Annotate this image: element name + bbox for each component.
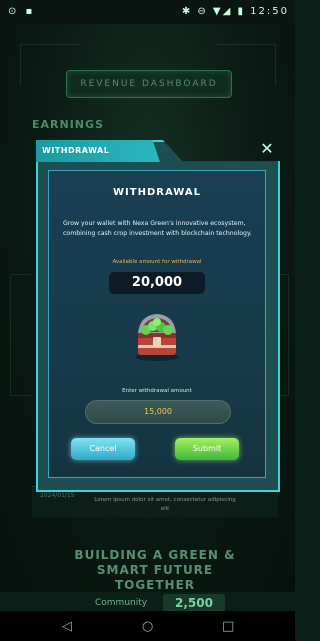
navigation-bar: ◁ ○ □ <box>0 611 295 641</box>
modal-description: Grow your wallet with Nexa Green's innov… <box>63 220 252 237</box>
status-bar: ⊙ ▪ ✱ ⊖ ▼◢ ▮ 12:50 <box>0 0 295 24</box>
home-icon[interactable]: ○ <box>142 619 153 634</box>
modal-tab-label: WITHDRAWAL <box>42 146 110 155</box>
community-label: Community <box>95 598 148 608</box>
status-left-icons: ⊙ ▪ <box>8 6 36 17</box>
close-icon[interactable]: ✕ <box>258 140 276 158</box>
cancel-button[interactable]: Cancel <box>71 438 135 460</box>
treasure-chest-icon <box>135 314 179 361</box>
back-icon[interactable]: ◁ <box>62 619 72 634</box>
modal-title: WITHDRAWAL <box>113 187 201 198</box>
community-value: 2,500 <box>163 594 225 612</box>
available-amount: 20,000 <box>109 272 205 294</box>
submit-button[interactable]: Submit <box>175 438 239 460</box>
status-right-icons: ✱ ⊖ ▼◢ ▮ 12:50 <box>181 6 289 17</box>
withdrawal-amount-input[interactable]: 15,000 <box>85 400 231 424</box>
recent-apps-icon[interactable]: □ <box>222 619 234 634</box>
withdrawal-modal: WITHDRAWAL ✕ WITHDRAWAL Grow your wallet… <box>36 140 280 492</box>
available-amount-label: Available amount for withdrawal <box>112 259 202 265</box>
modal-body: WITHDRAWAL Grow your wallet with Nexa Gr… <box>48 170 266 478</box>
enter-amount-label: Enter withdrawal amount <box>122 388 192 394</box>
